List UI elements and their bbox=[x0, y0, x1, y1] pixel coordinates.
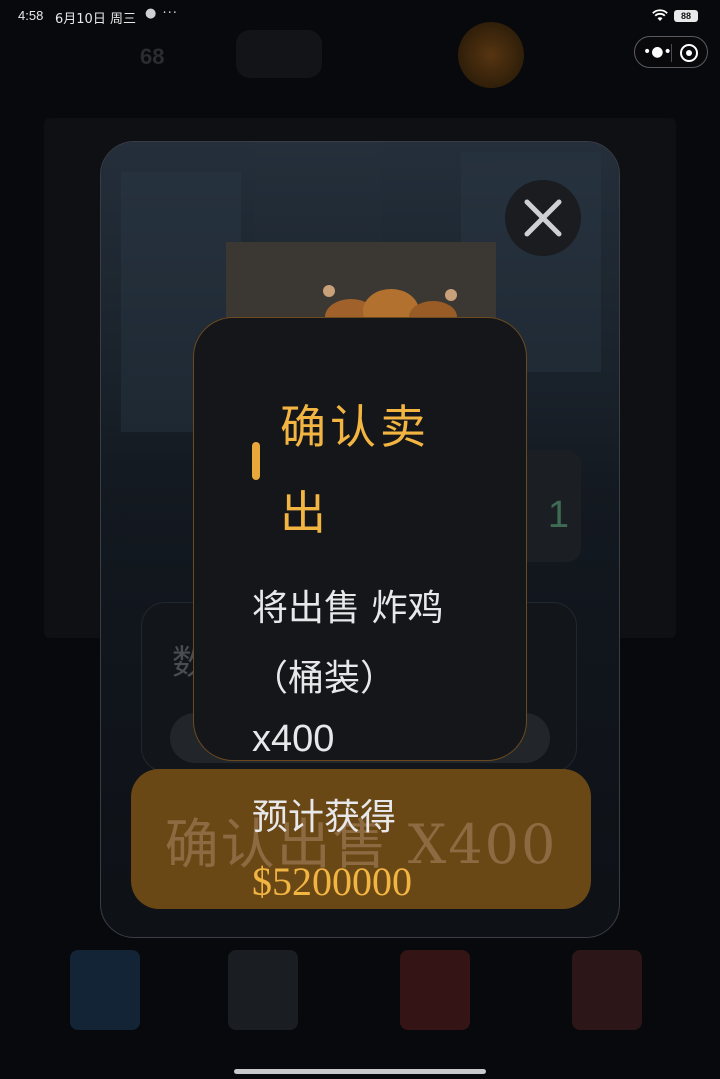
bottom-nav bbox=[0, 940, 720, 1040]
status-time: 4:58 bbox=[18, 8, 44, 23]
balance-number: 68 bbox=[140, 44, 165, 69]
earn-label: 预计获得 bbox=[252, 797, 397, 838]
topbar-pill bbox=[236, 30, 322, 78]
miniprogram-capsule: •●• bbox=[634, 36, 708, 68]
owned-count: 1 bbox=[547, 494, 569, 536]
earn-value: $5200000 bbox=[252, 859, 412, 904]
dialog-quantity: x400 bbox=[252, 718, 335, 760]
more-menu-icon[interactable]: •●• bbox=[643, 42, 672, 62]
capsule-divider bbox=[671, 44, 672, 62]
backpack-icon bbox=[400, 950, 470, 1030]
confirm-dialog: 确认卖出 将出售 炸鸡（桶装） x400 预计获得 $5200000 bbox=[193, 317, 527, 904]
title-accent-bar bbox=[252, 442, 260, 480]
status-more-icon: ● ··· bbox=[145, 6, 178, 21]
close-icon bbox=[524, 199, 562, 237]
close-miniprogram-icon[interactable] bbox=[680, 44, 698, 62]
status-date: 6月10日 周三 bbox=[55, 12, 136, 27]
dialog-title: 确认卖出 bbox=[280, 400, 430, 540]
phone-icon bbox=[70, 950, 140, 1030]
battery-icon: 88 bbox=[674, 10, 698, 22]
home-indicator[interactable] bbox=[234, 1069, 486, 1074]
status-bar: 4:58 6月10日 周三 ● ··· 88 bbox=[0, 0, 720, 34]
wifi-icon bbox=[652, 9, 668, 21]
close-button[interactable] bbox=[505, 180, 581, 256]
dialog-message: 将出售 炸鸡（桶装） bbox=[252, 588, 444, 699]
truck-icon bbox=[572, 950, 642, 1030]
cart-icon bbox=[228, 950, 298, 1030]
